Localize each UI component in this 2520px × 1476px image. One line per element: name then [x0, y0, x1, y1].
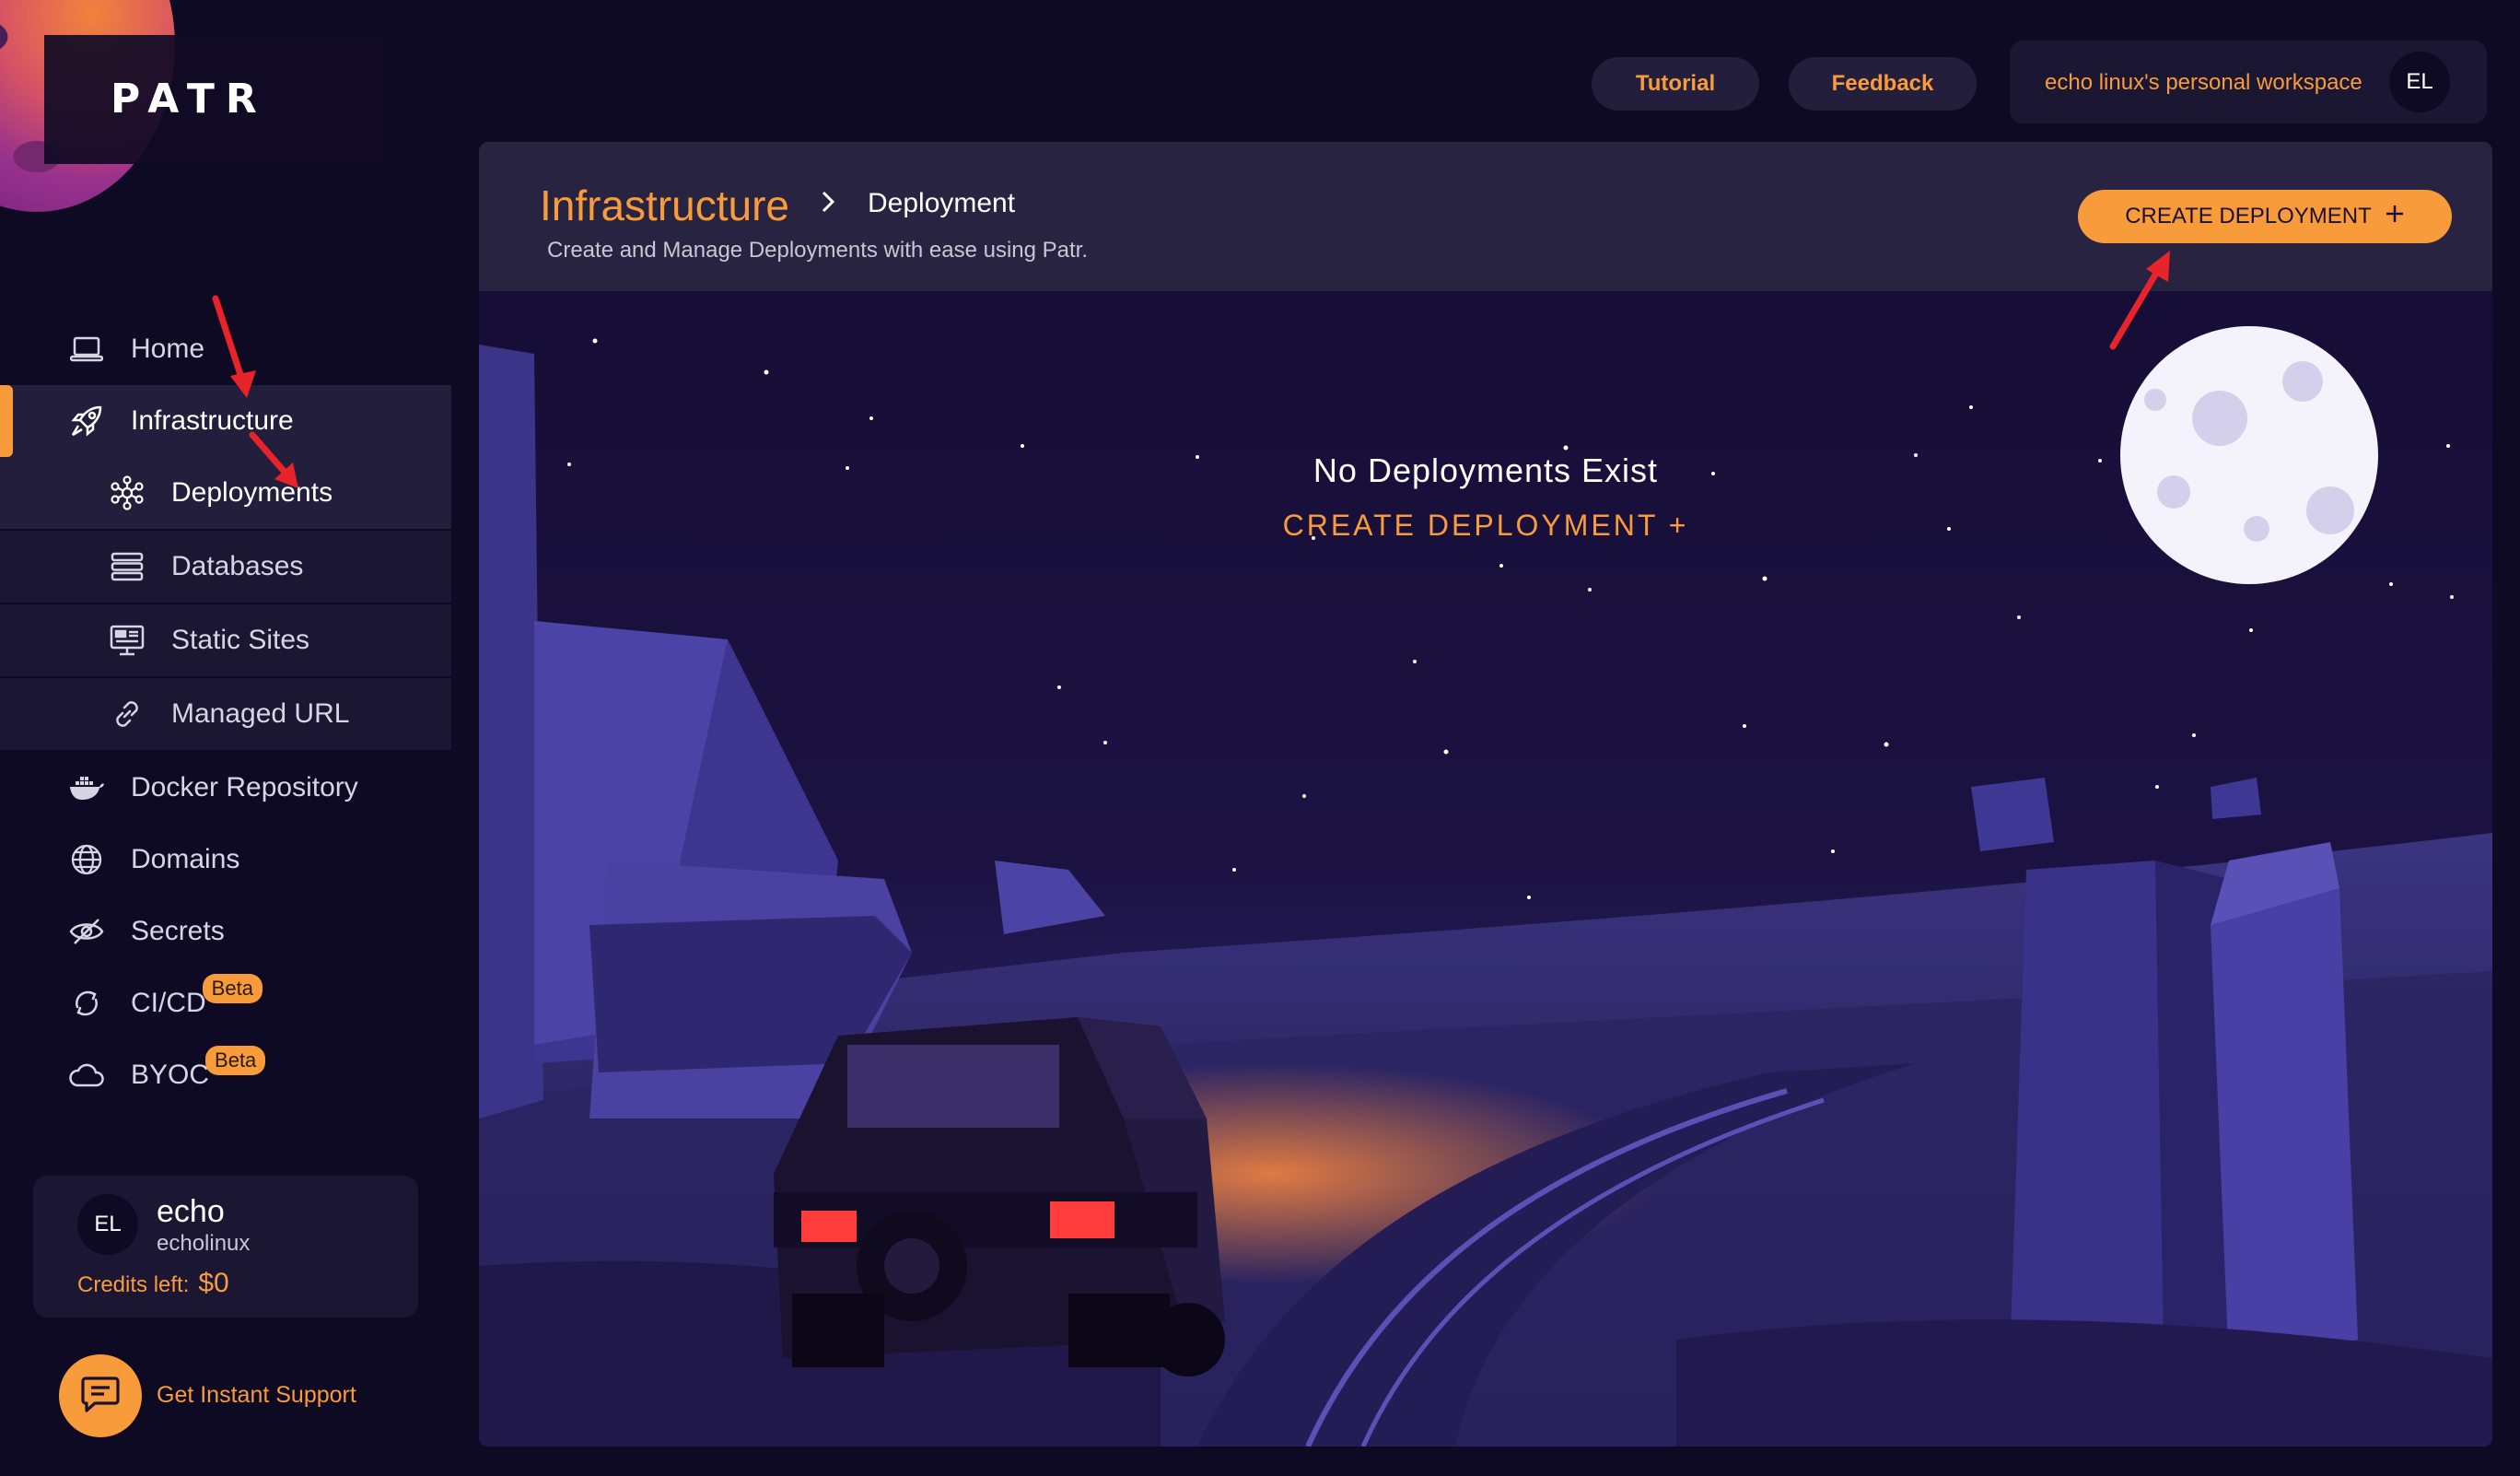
page-header: Infrastructure Deployment Create and Man…: [479, 142, 2492, 291]
eye-slash-icon: [68, 913, 105, 950]
breadcrumb-deployment: Deployment: [868, 188, 1016, 218]
sidebar-item-label: Secrets: [131, 916, 225, 946]
monitor-icon: [109, 622, 146, 659]
docker-icon: [68, 769, 105, 806]
user-name: echo: [157, 1194, 225, 1229]
sidebar-subitem-label: Databases: [171, 551, 304, 581]
sidebar-item-static-sites[interactable]: Static Sites: [0, 604, 451, 678]
sidebar-item-docker-repository[interactable]: Docker Repository: [0, 752, 451, 824]
sidebar-item-label: Infrastructure: [131, 405, 294, 436]
workspace-switcher[interactable]: echo linux's personal workspace EL: [2010, 41, 2487, 123]
page-subtitle: Create and Manage Deployments with ease …: [547, 238, 1089, 263]
beta-badge: Beta: [202, 974, 262, 1003]
sidebar-item-label: CI/CD: [131, 988, 206, 1018]
user-card[interactable]: EL echo echolinux Credits left: $0: [33, 1176, 418, 1318]
sidebar-item-secrets[interactable]: Secrets: [0, 896, 451, 967]
night-desert-illustration: [479, 142, 2492, 1447]
support-link[interactable]: Get Instant Support: [157, 1382, 356, 1409]
sidebar-subitem-label: Managed URL: [171, 698, 350, 729]
cluster-icon: [109, 474, 146, 511]
sidebar-item-label: Domains: [131, 844, 240, 874]
user-handle: echolinux: [157, 1231, 251, 1256]
credits: Credits left: $0: [77, 1268, 229, 1299]
tutorial-button[interactable]: Tutorial: [1592, 57, 1759, 111]
sidebar-item-infrastructure[interactable]: Infrastructure: [0, 385, 451, 457]
sidebar-subitem-label: Static Sites: [171, 625, 310, 655]
sidebar-item-label: Home: [131, 334, 205, 364]
sidebar-item-deployments[interactable]: Deployments: [0, 457, 451, 531]
chevron-right-icon: [814, 188, 842, 216]
rocket-icon: [68, 403, 105, 439]
sidebar-item-cicd[interactable]: CI/CD Beta: [0, 967, 451, 1039]
sidebar-item-byoc[interactable]: BYOC Beta: [0, 1039, 451, 1111]
sidebar-item-label: BYOC: [131, 1060, 210, 1090]
create-deployment-button[interactable]: CREATE DEPLOYMENT: [2078, 190, 2452, 243]
credits-label: Credits left:: [77, 1272, 190, 1297]
link-icon: [109, 696, 146, 732]
database-icon: [109, 548, 146, 585]
patr-logo[interactable]: PATR: [111, 76, 268, 123]
chat-icon: [80, 1375, 121, 1418]
sidebar-item-managed-url[interactable]: Managed URL: [0, 678, 451, 752]
credits-value: $0: [198, 1268, 229, 1298]
sidebar-item-home[interactable]: Home: [0, 313, 451, 385]
plus-icon: [2385, 204, 2405, 230]
cycle-icon: [68, 985, 105, 1022]
main-panel: Infrastructure Deployment Create and Man…: [479, 142, 2492, 1447]
sidebar-item-domains[interactable]: Domains: [0, 824, 451, 896]
sidebar-subitem-label: Deployments: [171, 477, 333, 508]
avatar: EL: [77, 1194, 138, 1255]
feedback-button[interactable]: Feedback: [1789, 57, 1977, 111]
avatar: EL: [2389, 52, 2450, 112]
cloud-icon: [68, 1057, 105, 1094]
sidebar: PATR Home Infrastructure Deployments Dat…: [0, 0, 451, 1476]
workspace-label: echo linux's personal workspace: [2045, 70, 2362, 95]
sidebar-item-databases[interactable]: Databases: [0, 531, 451, 604]
empty-state-title: No Deployments Exist: [1312, 451, 1659, 489]
breadcrumb-infrastructure[interactable]: Infrastructure: [540, 181, 789, 230]
create-deployment-label: CREATE DEPLOYMENT: [2125, 204, 2372, 228]
sidebar-item-label: Docker Repository: [131, 772, 358, 802]
globe-icon: [68, 841, 105, 878]
laptop-icon: [68, 331, 105, 368]
support-button[interactable]: [59, 1354, 142, 1437]
sidebar-nav: Home Infrastructure Deployments Database…: [0, 313, 451, 1111]
beta-badge: Beta: [205, 1046, 266, 1075]
empty-state-create-link[interactable]: CREATE DEPLOYMENT +: [479, 509, 2492, 543]
jeep-illustration: [774, 1017, 1225, 1376]
